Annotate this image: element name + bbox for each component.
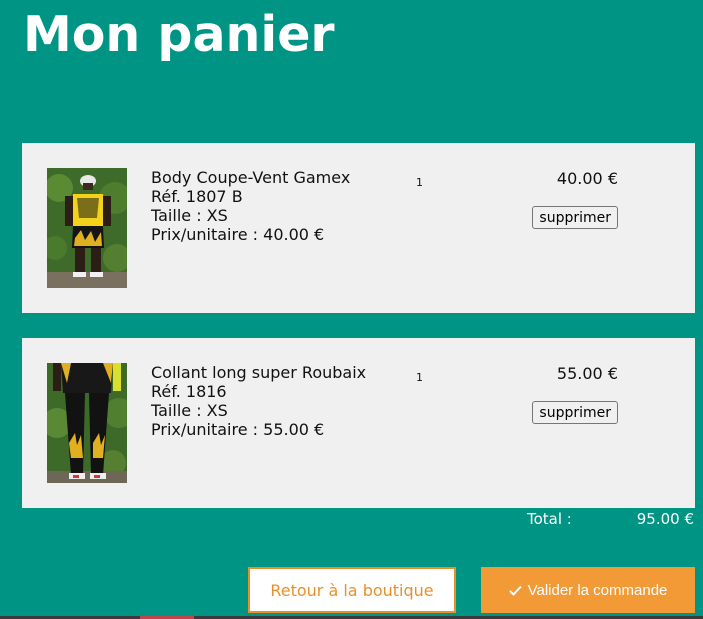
product-size: Taille : XS [151,206,228,225]
product-unit-price: Prix/unitaire : 40.00 € [151,225,325,244]
total-value: 95.00 € [636,510,694,528]
page-title: Mon panier [23,6,335,63]
total-label: Total : [527,510,572,528]
product-name: Body Coupe-Vent Gamex [151,168,351,187]
product-quantity: 1 [416,371,423,384]
check-icon [508,585,522,596]
product-image [47,363,127,483]
product-size: Taille : XS [151,401,228,420]
product-quantity: 1 [416,176,423,189]
product-details: Collant long super Roubaix Réf. 1816 Tai… [151,363,366,439]
product-price: 55.00 € [556,364,618,383]
product-image [47,168,127,288]
product-ref: Réf. 1816 [151,382,227,401]
back-to-shop-button[interactable]: Retour à la boutique [248,567,456,613]
product-details: Body Coupe-Vent Gamex Réf. 1807 B Taille… [151,168,350,244]
product-unit-price: Prix/unitaire : 55.00 € [151,420,325,439]
cart-total: Total : 95.00 € [0,510,703,530]
product-ref: Réf. 1807 B [151,187,243,206]
remove-button[interactable]: supprimer [532,206,618,229]
validate-order-button[interactable]: Valider la commande [481,567,695,613]
validate-order-label: Valider la commande [527,581,668,599]
back-to-shop-label: Retour à la boutique [270,580,434,600]
cart-item: Body Coupe-Vent Gamex Réf. 1807 B Taille… [22,143,695,313]
cart-item: Collant long super Roubaix Réf. 1816 Tai… [22,338,695,508]
product-name: Collant long super Roubaix [151,363,367,382]
remove-button[interactable]: supprimer [532,401,618,424]
product-price: 40.00 € [556,169,618,188]
